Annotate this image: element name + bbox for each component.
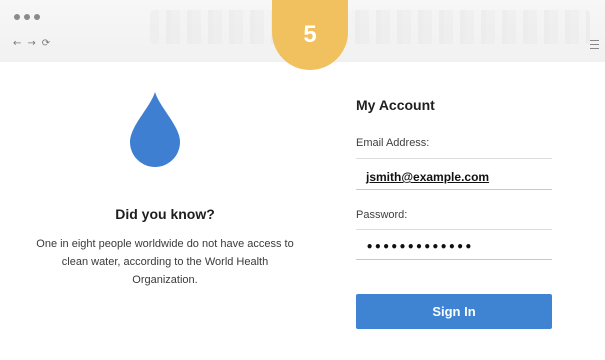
account-title: My Account bbox=[356, 97, 435, 113]
did-you-know-title: Did you know? bbox=[115, 206, 215, 222]
did-you-know-text: One in eight people worldwide do not hav… bbox=[36, 238, 294, 286]
window-minimize-dot[interactable] bbox=[24, 14, 30, 20]
password-label: Password: bbox=[356, 209, 408, 221]
info-panel: Did you know? One in eight people worldw… bbox=[0, 62, 300, 360]
back-arrow-icon[interactable]: ← bbox=[13, 38, 21, 50]
sign-in-button[interactable]: Sign In bbox=[356, 294, 552, 329]
password-field[interactable]: ••••••••••••• bbox=[356, 234, 552, 260]
window-controls bbox=[14, 14, 40, 20]
email-separator bbox=[356, 158, 552, 159]
refresh-icon[interactable]: ⟳ bbox=[42, 38, 50, 50]
browser-nav: ← → ⟳ bbox=[13, 38, 50, 50]
blurred-tabs bbox=[150, 10, 590, 44]
app-window: ← → ⟳ 5 Did you know? One in eight peopl… bbox=[0, 0, 605, 360]
water-drop-icon bbox=[130, 92, 180, 167]
window-close-dot[interactable] bbox=[14, 14, 20, 20]
email-label: Email Address: bbox=[356, 137, 430, 149]
window-maximize-dot[interactable] bbox=[34, 14, 40, 20]
password-separator bbox=[356, 229, 552, 230]
hamburger-menu-icon[interactable] bbox=[590, 40, 599, 49]
email-field[interactable]: jsmith@example.com bbox=[356, 164, 552, 190]
account-form: My Account Email Address: jsmith@example… bbox=[356, 92, 556, 342]
forward-arrow-icon[interactable]: → bbox=[27, 38, 35, 50]
